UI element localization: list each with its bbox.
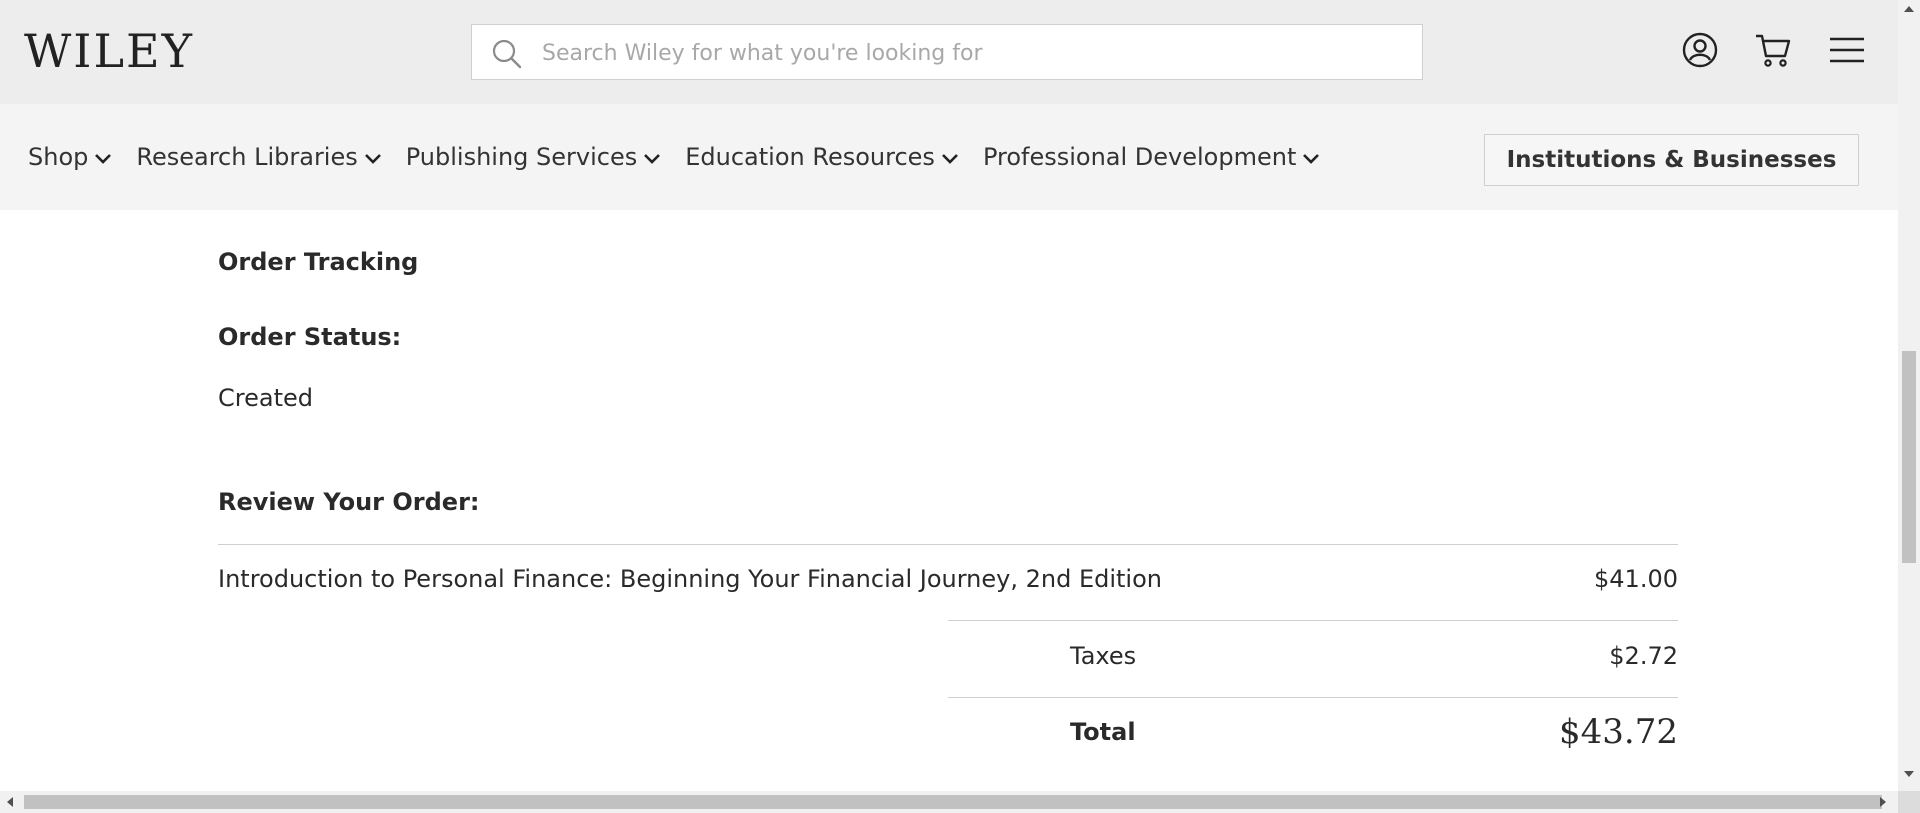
scroll-left-icon[interactable] [7,797,13,807]
nav-item-education-resources[interactable]: Education Resources [685,142,959,172]
order-status-value: Created [218,384,313,412]
nav-item-label: Shop [28,143,89,171]
chevron-down-icon [95,154,112,164]
chevron-down-icon [644,154,661,164]
nav-item-research-libraries[interactable]: Research Libraries [136,142,381,172]
search-box[interactable] [471,24,1423,81]
menu-icon[interactable] [1827,30,1867,70]
nav-item-publishing-services[interactable]: Publishing Services [406,142,662,172]
main-nav: Shop Research Libraries Publishing Servi… [0,104,1898,210]
order-item-title: Introduction to Personal Finance: Beginn… [218,565,1162,593]
nav-item-label: Professional Development [982,143,1297,171]
cart-icon[interactable] [1753,30,1793,70]
institutions-businesses-button[interactable]: Institutions & Businesses [1484,134,1859,186]
order-item-price: $41.00 [1594,565,1678,593]
total-label: Total [1070,718,1136,746]
account-icon[interactable] [1680,30,1720,70]
divider [948,620,1678,621]
review-order-heading: Review Your Order: [218,488,480,516]
nav-item-label: Education Resources [685,143,935,171]
chevron-down-icon [942,154,958,164]
divider [948,697,1678,698]
nav-item-label: Publishing Services [405,143,638,171]
order-status-heading: Order Status: [218,323,402,351]
search-input[interactable] [540,25,1404,81]
scrollbar-corner [1898,791,1920,813]
nav-item-professional-development[interactable]: Professional Development [983,142,1320,172]
scroll-down-icon[interactable] [1904,771,1914,777]
scroll-right-icon[interactable] [1880,797,1886,807]
nav-item-shop[interactable]: Shop [28,142,112,172]
horizontal-scrollbar[interactable] [0,791,1920,813]
divider [218,544,1678,545]
scroll-up-icon[interactable] [1904,6,1914,12]
site-header: WILEY [0,0,1898,104]
taxes-label: Taxes [1070,642,1137,670]
chevron-down-icon [364,154,381,164]
nav-item-label: Research Libraries [136,143,358,171]
total-value: $43.72 [1559,712,1678,752]
search-icon[interactable] [490,37,522,69]
order-tracking-heading: Order Tracking [218,248,419,276]
chevron-down-icon [1303,154,1320,164]
vertical-scroll-thumb[interactable] [1902,351,1916,563]
vertical-scrollbar[interactable] [1898,0,1920,791]
taxes-value: $2.72 [1609,642,1678,670]
wiley-logo[interactable]: WILEY [24,28,194,74]
horizontal-scroll-thumb[interactable] [24,795,1882,809]
nav-menu: Shop Research Libraries Publishing Servi… [28,142,1320,172]
